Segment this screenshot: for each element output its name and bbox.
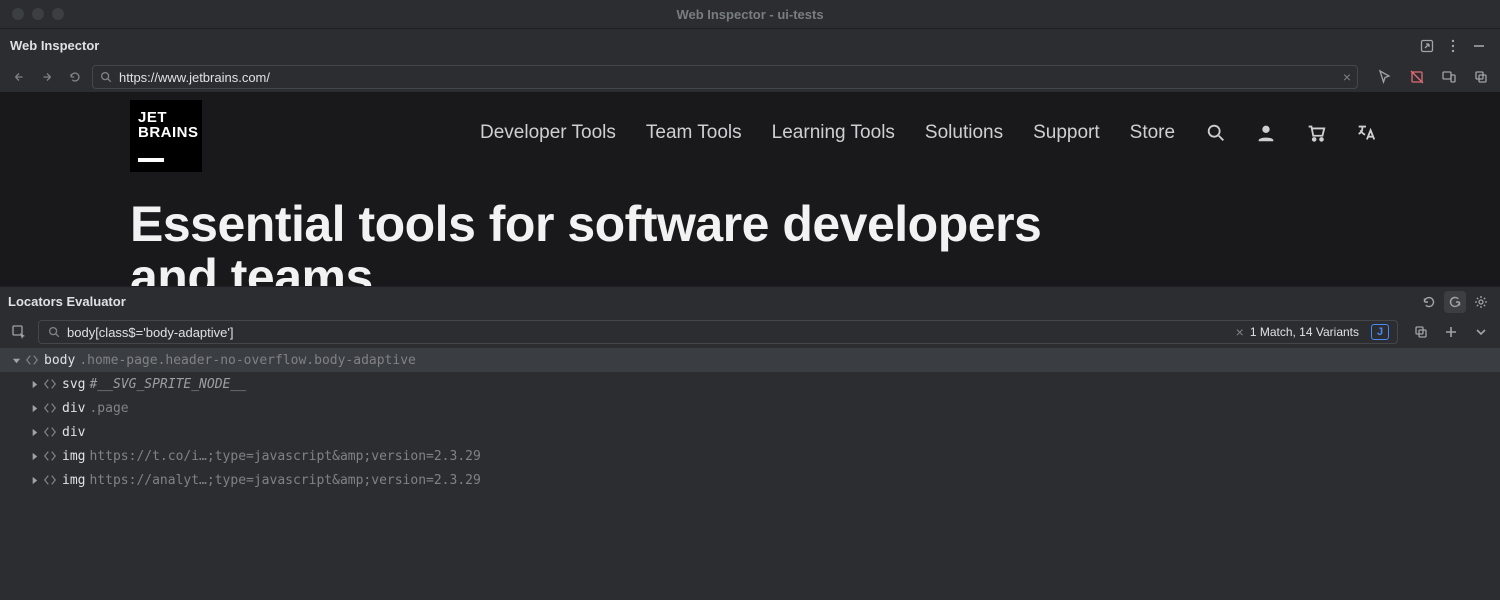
site-action-icons: [1205, 122, 1377, 147]
browser-nav-row: ×: [0, 62, 1500, 92]
dom-row[interactable]: img https://t.co/i…;type=javascript&amp;…: [0, 444, 1500, 468]
dom-row[interactable]: div: [0, 420, 1500, 444]
locator-query-row: × 1 Match, 14 Variants J: [0, 316, 1500, 348]
tag-icon: [43, 401, 57, 415]
nav-solutions[interactable]: Solutions: [925, 122, 1003, 144]
chevron-right-icon[interactable]: [28, 428, 40, 437]
element-picker-icon[interactable]: [8, 321, 30, 343]
locators-toolbar: Locators Evaluator: [0, 286, 1500, 316]
locator-query-input[interactable]: [67, 325, 1230, 340]
nav-learning-tools[interactable]: Learning Tools: [772, 122, 895, 144]
hero-headline: Essential tools for software developers …: [130, 198, 1041, 286]
dom-row[interactable]: body .home-page.header-no-overflow.body-…: [0, 348, 1500, 372]
nav-store[interactable]: Store: [1130, 122, 1175, 144]
tag-icon: [43, 377, 57, 391]
close-window-button[interactable]: [12, 8, 24, 20]
nav-developer-tools[interactable]: Developer Tools: [480, 122, 616, 144]
search-icon: [47, 325, 61, 339]
search-icon[interactable]: [1205, 122, 1227, 147]
kebab-menu-icon[interactable]: [1442, 35, 1464, 57]
reload-button[interactable]: [64, 66, 86, 88]
chevron-down-icon[interactable]: [1470, 321, 1492, 343]
tag-icon: [43, 425, 57, 439]
panel-title: Web Inspector: [10, 38, 99, 53]
locator-query-field[interactable]: × 1 Match, 14 Variants J: [38, 320, 1398, 344]
back-button[interactable]: [8, 66, 30, 88]
search-icon: [99, 70, 113, 84]
export-icon[interactable]: [1416, 35, 1438, 57]
address-bar[interactable]: ×: [92, 65, 1358, 89]
window-titlebar: Web Inspector - ui-tests: [0, 0, 1500, 28]
copy-icon[interactable]: [1470, 66, 1492, 88]
chevron-right-icon[interactable]: [28, 404, 40, 413]
minimize-window-button[interactable]: [32, 8, 44, 20]
account-icon[interactable]: [1255, 122, 1277, 147]
refresh-locators-icon[interactable]: [1418, 291, 1440, 313]
clear-query-icon[interactable]: ×: [1236, 324, 1244, 340]
logo-line-2: BRAINS: [138, 125, 194, 140]
tag-name: img: [62, 473, 85, 488]
tag-name: img: [62, 449, 85, 464]
dom-tree[interactable]: body .home-page.header-no-overflow.body-…: [0, 348, 1500, 600]
nav-team-tools[interactable]: Team Tools: [646, 122, 742, 144]
nav-support[interactable]: Support: [1033, 122, 1100, 144]
tag-meta: #__SVG_SPRITE_NODE__: [89, 377, 246, 392]
tag-name: div: [62, 425, 85, 440]
dom-row[interactable]: svg #__SVG_SPRITE_NODE__: [0, 372, 1500, 396]
add-locator-icon[interactable]: [1440, 321, 1462, 343]
tag-icon: [25, 353, 39, 367]
copy-locator-icon[interactable]: [1410, 321, 1432, 343]
logo-bar: [138, 158, 164, 162]
dom-row[interactable]: img https://analyt…;type=javascript&amp;…: [0, 468, 1500, 492]
page-preview[interactable]: JET BRAINS Developer Tools Team Tools Le…: [0, 92, 1500, 286]
chevron-right-icon[interactable]: [28, 380, 40, 389]
chevron-right-icon[interactable]: [28, 452, 40, 461]
tag-icon: [43, 449, 57, 463]
tag-meta: .home-page.header-no-overflow.body-adapt…: [79, 353, 416, 368]
tag-meta: https://analyt…;type=javascript&amp;vers…: [89, 473, 480, 488]
zoom-window-button[interactable]: [52, 8, 64, 20]
settings-icon[interactable]: [1470, 291, 1492, 313]
chevron-right-icon[interactable]: [28, 476, 40, 485]
sync-locators-icon[interactable]: [1444, 291, 1466, 313]
dom-row[interactable]: div .page: [0, 396, 1500, 420]
cart-icon[interactable]: [1305, 122, 1327, 147]
address-input[interactable]: [119, 70, 1337, 85]
forward-button[interactable]: [36, 66, 58, 88]
site-nav: Developer Tools Team Tools Learning Tool…: [480, 122, 1175, 144]
match-count: 1 Match, 14 Variants: [1250, 325, 1365, 339]
tag-meta: .page: [89, 401, 128, 416]
window-controls: [0, 8, 64, 20]
devices-icon[interactable]: [1438, 66, 1460, 88]
logo-line-1: JET: [138, 110, 194, 125]
screenshot-crossed-icon[interactable]: [1406, 66, 1428, 88]
window-title: Web Inspector - ui-tests: [0, 7, 1500, 22]
tag-name: svg: [62, 377, 85, 392]
tag-name: div: [62, 401, 85, 416]
chevron-down-icon[interactable]: [10, 356, 22, 365]
locators-title: Locators Evaluator: [8, 294, 126, 309]
minimize-panel-icon[interactable]: [1468, 35, 1490, 57]
tag-meta: https://t.co/i…;type=javascript&amp;vers…: [89, 449, 480, 464]
tag-icon: [43, 473, 57, 487]
java-badge-icon[interactable]: J: [1371, 324, 1389, 340]
hero-line-1: Essential tools for software developers: [130, 198, 1041, 251]
cursor-tool-icon[interactable]: [1374, 66, 1396, 88]
hero-line-2: and teams: [130, 251, 1041, 287]
language-icon[interactable]: [1355, 122, 1377, 147]
tag-name: body: [44, 353, 75, 368]
inspector-toolbar: Web Inspector: [0, 28, 1500, 62]
jetbrains-logo[interactable]: JET BRAINS: [130, 100, 202, 172]
clear-address-icon[interactable]: ×: [1343, 69, 1351, 85]
